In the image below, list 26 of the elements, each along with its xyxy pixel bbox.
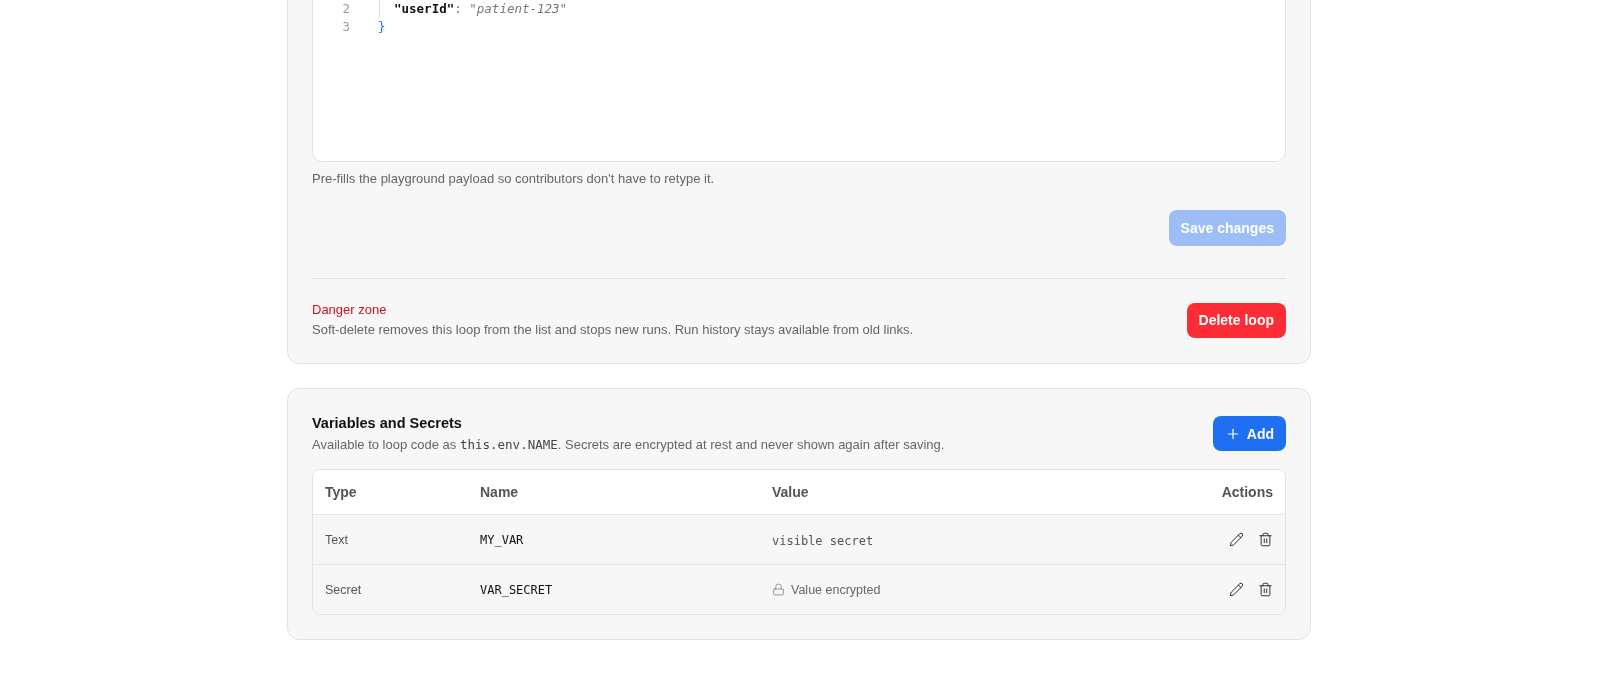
danger-zone-description: Soft-delete removes this loop from the list and stops new runs. Run history stays available from old links.	[312, 321, 914, 339]
danger-zone-title: Danger zone	[312, 301, 388, 319]
trash-icon[interactable]	[1258, 532, 1273, 547]
table-cell: Value encrypted	[791, 582, 881, 597]
column-header: Name	[480, 484, 519, 500]
pencil-icon[interactable]	[1229, 582, 1244, 597]
code-line: "userId": "patient-123"	[378, 0, 568, 18]
table-cell-text: VAR_SECRET	[480, 582, 554, 597]
table-cell-text: MY_VAR	[480, 532, 525, 547]
payload-hint: Pre-fills the playground payload so contributors don't have to retype it.	[312, 170, 716, 188]
delete-button[interactable]: Delete loop	[1186, 302, 1286, 338]
code-line: }	[378, 18, 386, 36]
lock-icon	[772, 583, 785, 596]
section-title: Variables and Secrets	[312, 414, 463, 433]
section-description: Available to loop code as this.env.NAME. Secrets are encrypted at rest and never shown again after saving.	[312, 436, 945, 454]
column-header: Actions	[1221, 484, 1273, 500]
add-button[interactable]: Add	[1212, 416, 1286, 451]
table-cell-text: Secret	[325, 582, 363, 597]
table-cell-text: Text	[325, 532, 349, 547]
line-number: 3	[341, 18, 350, 36]
line-number: 2	[341, 0, 350, 18]
column-header: Type	[325, 484, 357, 500]
trash-icon[interactable]	[1258, 582, 1273, 597]
table-cell: visible secret	[772, 533, 874, 548]
column-header: Value	[772, 484, 809, 500]
pencil-icon[interactable]	[1229, 532, 1244, 547]
